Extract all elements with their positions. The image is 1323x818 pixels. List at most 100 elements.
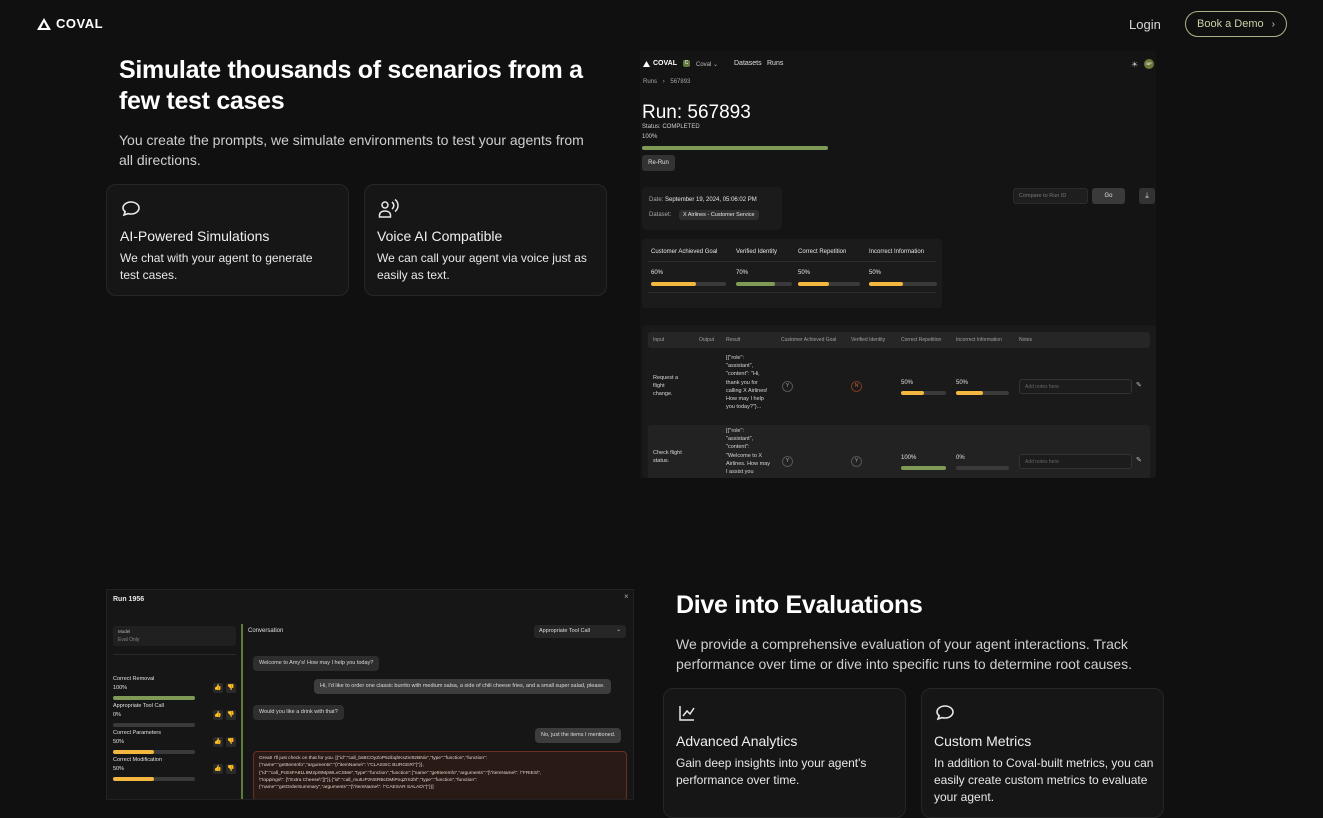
identity-badge[interactable]: Y: [851, 456, 862, 467]
app-logo: COVAL: [643, 60, 677, 67]
eval-metric-value: 100%: [113, 685, 128, 691]
eval-metrics-list: Correct Removal 100% 👍 👎 Appropriate Tool Ca…: [113, 676, 238, 799]
eval-subtitle: We provide a comprehensive evaluation of…: [676, 636, 1132, 672]
brand-logo[interactable]: COVAL: [37, 16, 103, 31]
feature-card-analytics: Advanced Analytics Gain deep insights in…: [663, 688, 906, 818]
cell-result: [{"role": "assistant", "content": "Welco…: [726, 428, 770, 476]
repetition-bar-fill: [901, 391, 924, 395]
repetition-bar: [901, 466, 946, 470]
column-header: Result: [726, 337, 741, 343]
metric-select[interactable]: Appropriate Tool Call ⌄: [534, 625, 626, 638]
go-button[interactable]: Go: [1092, 188, 1125, 204]
eval-metric-value: 0%: [113, 712, 121, 718]
column-header: Customer Achieved Goal: [781, 337, 837, 343]
download-icon[interactable]: ⤓: [1139, 188, 1155, 204]
divider: [113, 654, 236, 655]
feature-text: In addition to Coval-built metrics, you …: [934, 756, 1154, 804]
metric-value: 50%: [798, 270, 811, 276]
thumbs-down-icon[interactable]: 👎: [226, 764, 236, 774]
dataset-chip[interactable]: X Airlines - Customer Service: [679, 210, 759, 220]
eval-metric-value: 50%: [113, 766, 125, 772]
compare-run-input[interactable]: Compare to Run ID: [1013, 188, 1088, 204]
eval-metric-name: Correct Modification: [113, 757, 162, 763]
metric-bar-fill: [869, 282, 903, 286]
feature-text: We can call your agent via voice just as…: [377, 251, 587, 282]
metric-bar-fill: [798, 282, 829, 286]
notes-input[interactable]: Add notes here: [1019, 454, 1132, 469]
run-info-box: Date: September 19, 2024, 05:06:02 PM Da…: [642, 187, 782, 230]
dataset-label: Dataset:: [649, 212, 672, 218]
divider: [648, 292, 936, 293]
eval-metric-value: 50%: [113, 739, 125, 745]
eval-metric-name: Correct Parameters: [113, 730, 161, 736]
metric-select-value: Appropriate Tool Call: [539, 628, 590, 634]
table-row[interactable]: Request a flight change. [{"role": "assis…: [648, 350, 1150, 423]
cell-input: Request a flight change.: [653, 375, 679, 397]
repetition-value: 50%: [901, 380, 914, 386]
nav-runs[interactable]: Runs: [767, 60, 783, 67]
identity-badge[interactable]: N: [851, 381, 862, 392]
app-brand: COVAL: [653, 60, 677, 67]
metric-name: Incorrect Information: [869, 249, 925, 255]
close-icon[interactable]: ×: [624, 592, 629, 601]
repetition-bar-fill: [901, 466, 946, 470]
message-agent: Welcome to Amy's! How may I help you tod…: [253, 656, 380, 671]
metric-bar: [736, 282, 792, 286]
rerun-button[interactable]: Re-Run: [642, 155, 675, 171]
feature-title: AI-Powered Simulations: [120, 228, 270, 244]
metric-bar: [798, 282, 860, 286]
edit-icon[interactable]: ✎: [1136, 456, 1142, 464]
theme-toggle-icon[interactable]: ☀: [1131, 60, 1138, 69]
org-switcher[interactable]: Coval ⌄: [696, 61, 718, 68]
thumbs-up-icon[interactable]: 👍: [213, 710, 223, 720]
hero-title: Simulate thousands of scenarios from a f…: [119, 56, 583, 115]
run-detail-screenshot: COVAL C Coval ⌄ Datasets Runs ☀ BP Runs …: [640, 51, 1156, 478]
org-badge: C: [683, 60, 690, 67]
eval-metric-bar: [113, 777, 195, 781]
run-progress-label: 100%: [642, 134, 658, 140]
notes-input[interactable]: Add notes here: [1019, 379, 1132, 394]
brand-name: COVAL: [56, 16, 104, 31]
feature-card-ai-simulations: AI-Powered Simulations We chat with your…: [106, 184, 349, 296]
table-row[interactable]: Check flight status. [{"role": "assistant…: [648, 425, 1150, 478]
column-header: Correct Repetition: [901, 337, 942, 343]
column-header: Notes: [1019, 337, 1033, 343]
thumbs-up-icon[interactable]: 👍: [213, 683, 223, 693]
avatar[interactable]: BP: [1144, 59, 1154, 69]
model-field[interactable]: Model Eval Only: [113, 626, 236, 646]
eval-run-title: Run 1956: [113, 596, 145, 603]
chevron-down-icon: ⌄: [713, 62, 719, 68]
org-name: Coval: [696, 62, 712, 68]
logo-icon: [643, 60, 650, 67]
column-header: Output: [699, 337, 715, 343]
model-value: Eval Only: [118, 637, 140, 643]
feature-title: Advanced Analytics: [676, 733, 798, 749]
thumbs-up-icon[interactable]: 👍: [213, 737, 223, 747]
metric-value: 50%: [869, 270, 882, 276]
breadcrumb-runs[interactable]: Runs: [643, 79, 657, 85]
nav-datasets[interactable]: Datasets: [734, 60, 762, 67]
metric-name: Correct Repetition: [798, 249, 847, 255]
thumbs-up-icon[interactable]: 👍: [213, 764, 223, 774]
run-status: Status: COMPLETED: [642, 124, 700, 130]
notes-placeholder: Add notes here: [1025, 384, 1059, 390]
cell-input: Check flight status.: [653, 450, 682, 464]
edit-icon[interactable]: ✎: [1136, 381, 1142, 389]
goal-badge[interactable]: Y: [782, 381, 793, 392]
login-link[interactable]: Login: [1129, 17, 1161, 32]
metric-bar: [651, 282, 726, 286]
column-header: Verified Identity: [851, 337, 886, 343]
goal-badge[interactable]: Y: [782, 456, 793, 467]
run-progress-fill: [642, 146, 828, 150]
thumbs-down-icon[interactable]: 👎: [226, 683, 236, 693]
tool-call-line: {"name":"getItemInfo","arguments":"{\"it…: [259, 763, 424, 769]
repetition-bar: [901, 391, 946, 395]
thumbs-down-icon[interactable]: 👎: [226, 737, 236, 747]
eval-metric-bar-fill: [113, 777, 154, 781]
date-value: September 19, 2024, 05:06:02 PM: [665, 197, 757, 203]
eval-metric-bar-fill: [113, 696, 195, 700]
thumbs-down-icon[interactable]: 👎: [226, 710, 236, 720]
book-demo-button[interactable]: Book a Demo ›: [1185, 11, 1287, 37]
tool-call-message: Great! I'll just check on that for you. …: [253, 751, 627, 799]
message-user: Hi, I'd like to order one classic burrit…: [314, 679, 611, 694]
